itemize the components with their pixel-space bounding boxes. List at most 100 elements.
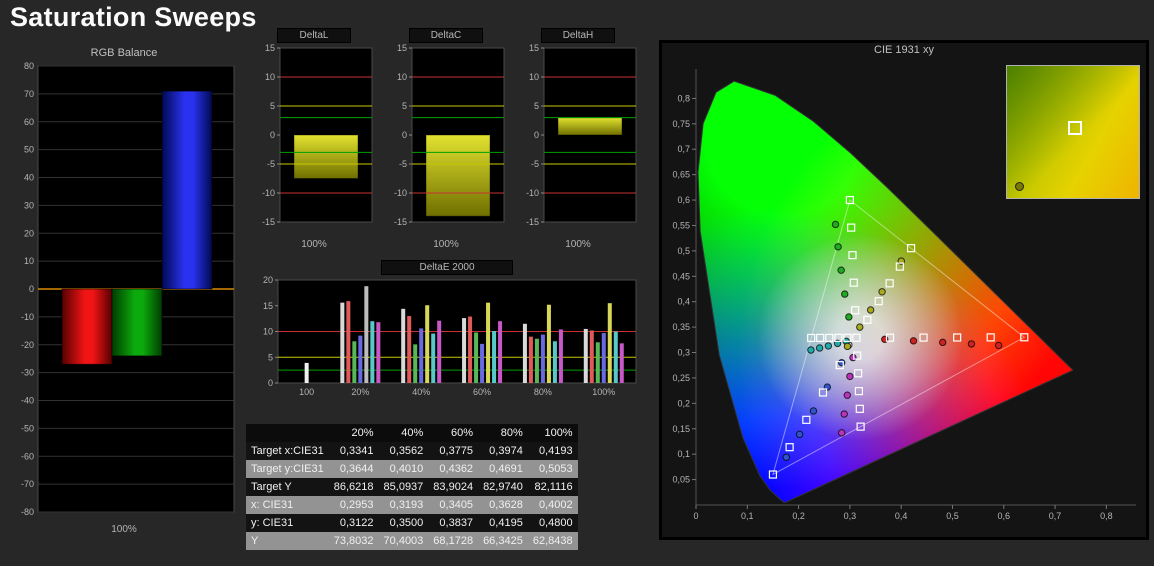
delta-y-tick-label: 15 (529, 43, 539, 53)
deltae-bar (352, 341, 357, 383)
table-cell: 82,9740 (483, 481, 523, 493)
cyan-measured-point (807, 346, 815, 354)
deltae-bar (376, 322, 381, 383)
rgb-bar-green (111, 288, 163, 357)
table-row-label: Target x:CIE31 (251, 445, 324, 457)
rgb-y-tick-label: -50 (21, 423, 34, 433)
deltae-y-tick-label: 10 (263, 327, 273, 337)
table-row: Y 73,8032 70,4003 68,1728 66,3425 62,8438 (246, 532, 578, 550)
cie-x-tick-label: 0,2 (792, 511, 805, 521)
delta-y-tick-label: 5 (402, 101, 407, 111)
table-cell: 0,3562 (389, 445, 424, 457)
table-cell: 0,2953 (339, 499, 374, 511)
cie-y-tick-label: 0,25 (672, 373, 690, 383)
measurements-table: 20% 40% 60% 80% 100% Target x:CIE31 0,3341 0,35… (246, 424, 578, 550)
deltac-panel: DeltaC 15 10 5 0 -5 -10 -15 100% (382, 28, 510, 250)
deltae-bar (413, 344, 418, 383)
table-cell: 0,4010 (389, 463, 424, 475)
table-cell: 0,4800 (538, 517, 573, 529)
cie-zoom-inset (1006, 65, 1140, 199)
delta-y-tick-label: -5 (531, 159, 539, 169)
cie-y-tick-label: 0,7 (677, 144, 690, 154)
deltal-x-axis-label: 100% (301, 239, 327, 250)
cie-y-tick-label: 0,45 (672, 271, 690, 281)
blue-measured-point (795, 430, 804, 439)
delta-y-tick-label: -10 (526, 188, 539, 198)
deltae-y-tick-label: 0 (268, 378, 273, 388)
rgb-balance-title: RGB Balance (90, 47, 158, 59)
delta-y-tick-label: -10 (262, 188, 275, 198)
rgb-y-tick-label: 20 (24, 228, 34, 238)
delta-y-tick-label: 0 (402, 130, 407, 140)
inset-measured-dot (1014, 182, 1024, 192)
magenta-measured-point (849, 353, 857, 362)
deltae-x-tick-label: 100 (299, 387, 314, 397)
rgb-y-tick-label: 70 (24, 89, 34, 99)
table-cell: 0,3405 (439, 499, 474, 511)
cie-x-tick-label: 0,4 (895, 511, 908, 521)
deltae-bar (558, 329, 563, 383)
magenta-measured-point (840, 410, 848, 418)
delta-y-tick-label: 5 (534, 101, 539, 111)
deltae-x-tick-label: 80% (534, 387, 552, 397)
cie-x-tick-label: 0,5 (946, 511, 959, 521)
blue-measured-point (809, 407, 818, 415)
magenta-measured-point (843, 391, 852, 399)
red-measured-point (939, 338, 947, 347)
deltae-bar (546, 304, 551, 383)
deltah-plot: 15 10 5 0 -5 -10 -15 (526, 43, 637, 227)
deltah-bar (557, 117, 623, 136)
rgb-y-tick-label: 30 (24, 200, 34, 210)
saturation-sweeps-screen: Saturation Sweeps RGB Balance 80 70 60 50 40… (0, 0, 1154, 566)
green-measured-point (834, 243, 842, 251)
magenta-measured-point (837, 429, 846, 437)
delta-y-tick-label: -5 (399, 159, 407, 169)
table-cell: 62,8438 (532, 535, 573, 547)
delta-y-tick-label: -15 (394, 217, 407, 227)
deltae-bar (419, 328, 424, 383)
table-cell: 0,4195 (489, 517, 523, 529)
deltae-bar (607, 303, 612, 383)
yellow-measured-point (866, 306, 875, 314)
yellow-measured-point (843, 342, 852, 351)
table-cell: 0,3500 (389, 517, 424, 529)
table-header-row: 20% 40% 60% 80% 100% (246, 424, 578, 442)
deltac-x-axis-label: 100% (433, 239, 459, 250)
table-row-label: Target Y (251, 481, 292, 493)
rgb-y-tick-label: 50 (24, 145, 34, 155)
table-column-header: 40% (378, 424, 429, 442)
deltae-bar (589, 330, 594, 383)
cie-x-tick-label: 0,8 (1100, 511, 1113, 521)
deltae-bar (462, 318, 467, 383)
deltae-bar (613, 331, 618, 383)
table-cell: 0,4362 (439, 463, 474, 475)
cyan-measured-point (815, 344, 824, 352)
table-cell: 0,4691 (489, 463, 523, 475)
deltae-bar (370, 321, 375, 383)
table-cell: 68,1728 (433, 535, 474, 547)
table-corner-cell (246, 424, 329, 442)
table-cell: 0,3644 (339, 463, 374, 475)
deltae-bar (425, 305, 430, 383)
yellow-measured-point (856, 323, 864, 331)
deltae-bar (304, 362, 309, 383)
deltae-bar (552, 341, 557, 383)
deltae-y-tick-label: 15 (263, 301, 273, 311)
cie-y-tick-label: 0,4 (677, 297, 690, 307)
green-measured-point (845, 313, 853, 321)
table-column-header: 100% (527, 424, 578, 442)
deltae-bar (431, 333, 436, 383)
delta-y-tick-label: -10 (394, 188, 407, 198)
cie-x-tick-label: 0,1 (741, 511, 754, 521)
table-cell: 0,5053 (538, 463, 573, 475)
delta-y-tick-label: 0 (534, 130, 539, 140)
delta-y-tick-label: 0 (270, 130, 275, 140)
deltah-panel: DeltaH 15 10 5 0 -5 -10 -15 100% (514, 28, 642, 250)
green-measured-point (831, 220, 840, 229)
table-cell: 86,6218 (333, 481, 374, 493)
rgb-y-tick-label: -60 (21, 451, 34, 461)
cie-y-tick-label: 0,8 (677, 93, 690, 103)
red-measured-point (967, 340, 976, 348)
deltae-bar (407, 316, 412, 383)
blue-measured-point (782, 453, 790, 461)
